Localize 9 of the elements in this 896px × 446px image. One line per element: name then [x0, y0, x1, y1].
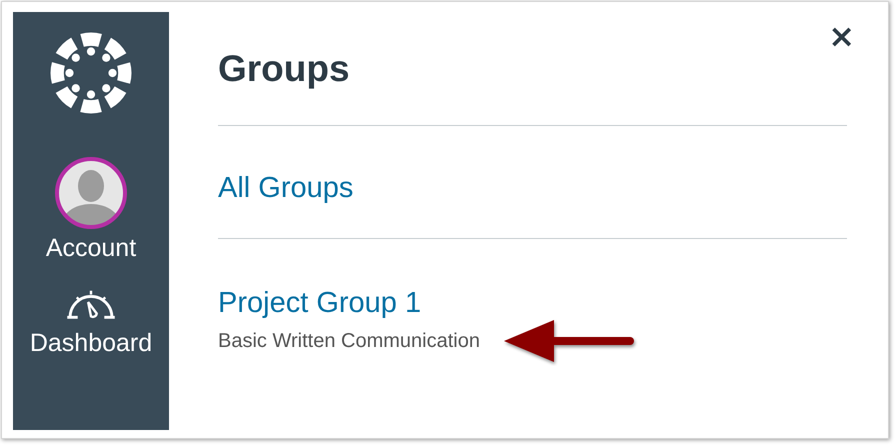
- group-link[interactable]: All Groups: [218, 172, 354, 204]
- avatar-icon: [54, 156, 128, 230]
- close-button[interactable]: ×: [824, 20, 859, 52]
- group-course: Basic Written Communication: [218, 330, 480, 352]
- group-link[interactable]: Project Group 1: [218, 287, 422, 319]
- tray-title: Groups: [218, 48, 350, 90]
- dashboard-link[interactable]: Dashboard: [30, 285, 152, 358]
- account-link[interactable]: Account: [46, 156, 136, 263]
- logo-icon[interactable]: [50, 32, 132, 114]
